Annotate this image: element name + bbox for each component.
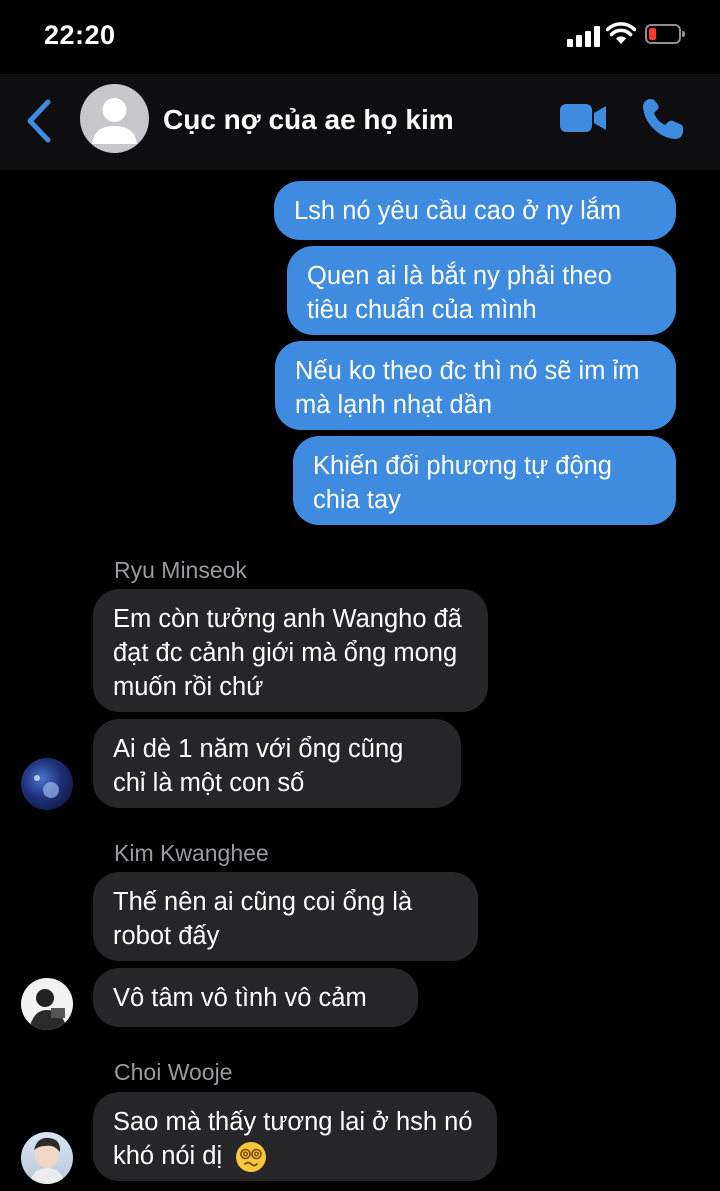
battery-icon: [645, 24, 685, 44]
sent-message-bubble[interactable]: Lsh nó yêu cầu cao ở ny lắm: [274, 181, 676, 240]
chat-avatar[interactable]: [80, 84, 149, 153]
received-message-bubble[interactable]: Vô tâm vô tình vô cảm: [93, 968, 418, 1027]
chat-header: Cục nợ của ae họ kim: [0, 74, 720, 170]
sender-name: Choi Wooje: [114, 1059, 233, 1085]
default-avatar-icon: [92, 98, 137, 144]
message-text: Sao mà thấy tương lai ở hsh nó khó nói d…: [113, 1108, 473, 1170]
sent-message-bubble[interactable]: Quen ai là bắt ny phải theo tiêu chuẩn c…: [287, 246, 676, 335]
received-message-bubble[interactable]: Ai dè 1 năm với ổng cũng chỉ là một con …: [93, 719, 461, 808]
sender-avatar[interactable]: [21, 1132, 73, 1184]
received-message-bubble[interactable]: Em còn tưởng anh Wangho đã đạt đc cảnh g…: [93, 589, 488, 712]
status-time: 22:20: [44, 20, 116, 50]
received-message-bubble[interactable]: Thế nên ai cũng coi ổng là robot đấy: [93, 872, 478, 961]
back-chevron-icon[interactable]: [24, 98, 54, 144]
sender-avatar[interactable]: [21, 978, 73, 1030]
phone-icon[interactable]: [640, 96, 686, 142]
sender-name: Ryu Minseok: [114, 557, 247, 583]
video-camera-icon[interactable]: [558, 100, 608, 136]
sent-message-bubble[interactable]: Khiến đối phương tự động chia tay: [293, 436, 676, 525]
received-message-bubble[interactable]: Sao mà thấy tương lai ở hsh nó khó nói d…: [93, 1092, 497, 1181]
sent-message-bubble[interactable]: Nếu ko theo đc thì nó sẽ im ỉm mà lạnh n…: [275, 341, 676, 430]
status-bar: 22:20: [0, 0, 720, 74]
dizzy-face-emoji-icon: [236, 1142, 267, 1173]
chat-title[interactable]: Cục nợ của ae họ kim: [163, 104, 454, 136]
cellular-signal-icon: [567, 25, 601, 47]
sender-name: Kim Kwanghee: [114, 840, 269, 866]
sender-avatar[interactable]: [21, 758, 73, 810]
wifi-icon: [606, 22, 636, 44]
